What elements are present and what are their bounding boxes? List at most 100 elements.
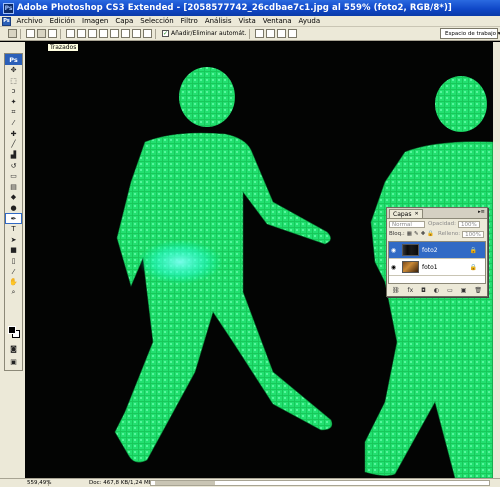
photoshop-window: Ps Adobe Photoshop CS3 Extended - [20585… xyxy=(0,0,500,487)
tooltip: Trazados xyxy=(47,43,80,52)
fill-label: Relleno: xyxy=(438,231,461,237)
path-add-icon[interactable] xyxy=(255,29,265,38)
eyedropper2-icon[interactable]: ⁄ xyxy=(5,266,22,277)
line-tool-icon[interactable] xyxy=(132,29,141,38)
shape-icon[interactable]: ■ xyxy=(5,245,22,256)
lock-row: Bloq.: ▦ ✎ ✚ 🔒 Relleno: 100% xyxy=(387,229,487,239)
menu-ventana[interactable]: Ventana xyxy=(259,17,295,25)
layers-tab-row: Capas ✕ ▸≡ xyxy=(387,208,487,219)
app-menu-icon[interactable]: Ps xyxy=(2,16,11,26)
eye-icon[interactable]: ◉ xyxy=(389,260,398,275)
menu-bar: Ps Archivo Edición Imagen Capa Selección… xyxy=(0,16,500,27)
healing-icon[interactable]: ✚ xyxy=(5,129,22,140)
lock-move-icon[interactable]: ✚ xyxy=(421,231,426,237)
close-icon[interactable]: ✕ xyxy=(414,211,418,217)
layer-style-icon[interactable]: fx xyxy=(408,287,414,294)
options-divider xyxy=(60,28,61,39)
freeform-pen-icon[interactable] xyxy=(77,29,86,38)
brush-icon[interactable]: ╱ xyxy=(5,139,22,150)
rectangle-tool-icon[interactable] xyxy=(88,29,97,38)
new-group-icon[interactable]: ▭ xyxy=(447,287,453,294)
panel-menu-icon[interactable]: ▸≡ xyxy=(478,209,485,216)
notes-icon[interactable]: ▯ xyxy=(5,256,22,267)
horizontal-scroll-thumb[interactable] xyxy=(155,481,215,485)
lock-all-icon[interactable]: 🔒 xyxy=(427,231,434,237)
opacity-field[interactable]: 100% xyxy=(457,220,480,228)
foreground-color-swatch[interactable] xyxy=(8,326,16,334)
layers-footer: ⛓ fx ◘ ◐ ▭ ▣ 🗑 xyxy=(388,286,486,295)
ellipse-tool-icon[interactable] xyxy=(110,29,119,38)
shape-layers-mode-icon[interactable] xyxy=(26,29,35,38)
lock-label: Bloq.: xyxy=(389,231,405,237)
fill-field[interactable]: 100% xyxy=(462,230,484,238)
layer-row[interactable]: ◉ foto1 🔒 xyxy=(389,259,485,276)
path-intersect-icon[interactable] xyxy=(277,29,287,38)
photoshop-badge: Ps xyxy=(5,54,22,65)
menu-capa[interactable]: Capa xyxy=(112,17,137,25)
tab-capas[interactable]: Capas ✕ xyxy=(389,209,423,218)
vertical-scrollbar[interactable] xyxy=(493,42,500,478)
quick-mask-icon[interactable]: ◙ xyxy=(5,344,22,355)
options-bar: ✓ Añadir/Eliminar automát. Espacio de tr… xyxy=(0,27,500,41)
path-exclude-icon[interactable] xyxy=(288,29,298,38)
figure-glow xyxy=(138,240,222,284)
custom-shape-icon[interactable] xyxy=(143,29,152,38)
title-bar: Ps Adobe Photoshop CS3 Extended - [20585… xyxy=(0,0,500,16)
menu-imagen[interactable]: Imagen xyxy=(79,17,112,25)
screen-mode-icon[interactable]: ▣ xyxy=(5,357,22,368)
menu-filtro[interactable]: Filtro xyxy=(177,17,201,25)
eyedropper-icon[interactable]: ⁄ xyxy=(5,118,22,129)
marquee-icon[interactable]: ⬚ xyxy=(5,76,22,87)
pen-tool-preset-icon[interactable] xyxy=(8,29,17,38)
layer-row[interactable]: ◉ foto2 🔒 xyxy=(389,242,485,259)
photoshop-logo-icon: Ps xyxy=(3,2,14,14)
gradient-icon[interactable]: ▤ xyxy=(5,182,22,193)
pen-icon[interactable] xyxy=(66,29,75,38)
stamp-icon[interactable]: ▟ xyxy=(5,150,22,161)
hand-icon[interactable]: ✋ xyxy=(5,277,22,288)
blur-icon[interactable]: ◆ xyxy=(5,192,22,203)
path-subtract-icon[interactable] xyxy=(266,29,276,38)
layer-thumbnail xyxy=(402,244,419,256)
adjustment-layer-icon[interactable]: ◐ xyxy=(434,287,439,294)
menu-archivo[interactable]: Archivo xyxy=(13,17,46,25)
blend-mode-select[interactable]: Normal xyxy=(389,220,425,228)
crop-icon[interactable]: ⌗ xyxy=(5,107,22,118)
rounded-rectangle-icon[interactable] xyxy=(99,29,108,38)
link-layers-icon[interactable]: ⛓ xyxy=(392,287,400,294)
path-select-icon[interactable]: ➤ xyxy=(5,235,22,246)
new-layer-icon[interactable]: ▣ xyxy=(461,287,467,294)
lock-icon: 🔒 xyxy=(469,246,477,254)
menu-edicion[interactable]: Edición xyxy=(46,17,78,25)
layer-name: foto1 xyxy=(422,263,438,271)
menu-analisis[interactable]: Análisis xyxy=(201,17,235,25)
lasso-icon[interactable]: ↄ xyxy=(5,86,22,97)
doc-size: Doc: 467,8 KB/1,24 MB xyxy=(89,480,153,486)
eye-icon[interactable]: ◉ xyxy=(389,243,398,258)
zoom-icon[interactable]: ⌕ xyxy=(5,287,22,298)
lock-transparency-icon[interactable]: ▦ xyxy=(407,231,412,237)
paths-mode-icon[interactable] xyxy=(37,29,46,38)
fill-pixels-mode-icon[interactable] xyxy=(48,29,57,38)
add-mask-icon[interactable]: ◘ xyxy=(421,287,426,294)
menu-vista[interactable]: Vista xyxy=(235,17,259,25)
options-divider xyxy=(249,28,251,39)
walking-figure-body-right xyxy=(364,141,493,478)
polygon-tool-icon[interactable] xyxy=(121,29,130,38)
add-remove-checkbox[interactable]: ✓ xyxy=(162,30,169,37)
eraser-icon[interactable]: ▭ xyxy=(5,171,22,182)
pen-icon[interactable]: ✒ xyxy=(5,213,22,224)
horizontal-scrollbar[interactable] xyxy=(150,480,490,486)
magic-wand-icon[interactable]: ✦ xyxy=(5,97,22,108)
move-icon[interactable]: ✥ xyxy=(5,65,22,76)
layers-panel: Capas ✕ ▸≡ Normal Opacidad: 100% Bloq.: … xyxy=(386,207,488,297)
zoom-level[interactable]: 559,49% xyxy=(27,480,51,486)
history-brush-icon[interactable]: ↺ xyxy=(5,160,22,171)
type-icon[interactable]: T xyxy=(5,224,22,235)
menu-ayuda[interactable]: Ayuda xyxy=(295,17,324,25)
menu-seleccion[interactable]: Selección xyxy=(137,17,177,25)
dodge-icon[interactable]: ● xyxy=(5,203,22,214)
lock-paint-icon[interactable]: ✎ xyxy=(414,231,419,237)
delete-layer-icon[interactable]: 🗑 xyxy=(474,287,482,294)
workspace-dropdown[interactable]: Espacio de trabajo ▾ xyxy=(440,28,500,39)
